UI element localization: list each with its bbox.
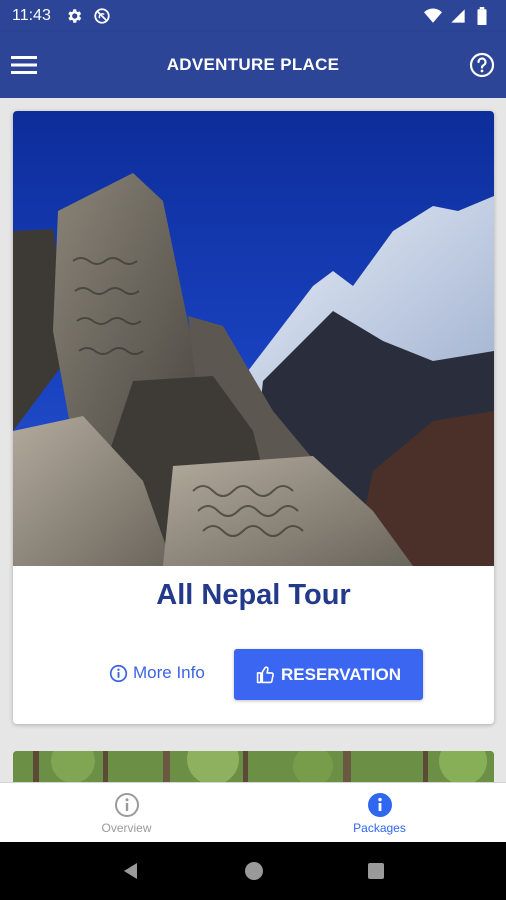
battery-icon bbox=[476, 7, 494, 25]
nav-item-packages[interactable]: Packages bbox=[253, 783, 506, 843]
app-bar: ADVENTURE PLACE bbox=[0, 32, 506, 98]
reservation-label: RESERVATION bbox=[281, 664, 401, 684]
thumbs-up-icon bbox=[256, 666, 274, 684]
wifi-icon bbox=[424, 7, 442, 25]
nav-label-overview: Overview bbox=[101, 820, 152, 835]
package-title: All Nepal Tour bbox=[156, 579, 351, 611]
app-title: ADVENTURE PLACE bbox=[166, 55, 340, 74]
package-photo bbox=[13, 111, 494, 566]
recents-icon[interactable] bbox=[367, 862, 385, 880]
reservation-button[interactable]: RESERVATION bbox=[234, 649, 423, 700]
more-info-button[interactable]: More Info bbox=[109, 658, 205, 688]
system-navigation-bar bbox=[0, 842, 506, 900]
package-card[interactable]: All Nepal Tour More Info RESERVATION bbox=[13, 111, 494, 724]
help-circle-icon[interactable] bbox=[468, 51, 496, 79]
home-icon[interactable] bbox=[244, 861, 264, 881]
no-disturb-icon bbox=[93, 7, 111, 25]
info-filled-icon bbox=[367, 792, 392, 817]
package-card[interactable] bbox=[13, 751, 494, 782]
hamburger-menu-icon[interactable] bbox=[10, 51, 38, 79]
gear-icon bbox=[65, 7, 83, 25]
status-bar: 11:43 bbox=[0, 0, 506, 32]
package-photo bbox=[13, 751, 494, 782]
status-time: 11:43 bbox=[12, 7, 51, 24]
info-outline-icon bbox=[114, 792, 139, 817]
packages-list[interactable]: All Nepal Tour More Info RESERVATION bbox=[0, 98, 506, 782]
signal-icon bbox=[450, 7, 468, 25]
nav-item-overview[interactable]: Overview bbox=[0, 783, 253, 843]
back-icon[interactable] bbox=[121, 861, 141, 881]
info-outline-icon bbox=[109, 664, 128, 682]
bottom-navigation: Overview Packages bbox=[0, 782, 506, 842]
more-info-label: More Info bbox=[133, 663, 205, 682]
nav-label-packages: Packages bbox=[353, 820, 406, 835]
